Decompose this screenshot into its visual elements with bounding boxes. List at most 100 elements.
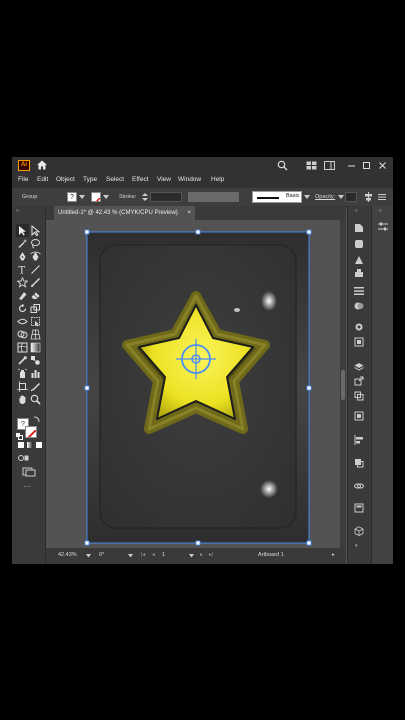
selection-tool-icon[interactable] — [17, 225, 28, 236]
menu-object[interactable]: Object — [56, 176, 75, 183]
gradient-tool-icon[interactable] — [30, 342, 41, 353]
brush-dropdown-icon[interactable] — [304, 195, 310, 200]
stroke-dropdown-icon[interactable] — [103, 195, 109, 200]
expand-panels-icon[interactable]: « — [355, 208, 358, 214]
variable-width-profile[interactable] — [188, 192, 239, 202]
stroke-weight-field[interactable] — [150, 192, 182, 202]
image-trace-icon[interactable] — [354, 503, 364, 513]
stroke-icon[interactable] — [354, 322, 364, 332]
slice-tool-icon[interactable] — [30, 381, 41, 392]
edit-toolbar-icon[interactable]: ··· — [23, 482, 31, 491]
vertical-scrollbar[interactable] — [340, 220, 346, 548]
document-tab-close[interactable]: × — [187, 210, 191, 216]
menu-type[interactable]: Type — [83, 176, 97, 183]
eyedropper-tool-icon[interactable] — [17, 355, 28, 366]
pathfinder-icon[interactable] — [354, 458, 364, 468]
brushes-icon[interactable] — [354, 286, 364, 296]
menu-file[interactable]: File — [18, 176, 28, 183]
draw-mode-icon[interactable] — [18, 454, 29, 462]
gradient-mode-button[interactable] — [27, 442, 33, 448]
magic-wand-tool-icon[interactable] — [17, 238, 28, 249]
swatches-icon[interactable] — [354, 268, 364, 278]
home-icon[interactable] — [36, 159, 48, 171]
star-tool-icon[interactable] — [17, 277, 28, 288]
curvature-tool-icon[interactable] — [30, 251, 41, 262]
minimize-icon[interactable] — [347, 160, 356, 171]
selection-bounding-box[interactable] — [46, 220, 346, 548]
symbols-icon[interactable] — [354, 301, 364, 311]
menu-window[interactable]: Window — [178, 176, 201, 183]
status-menu-arrow[interactable]: ▸ — [332, 552, 335, 558]
stroke-swatch[interactable] — [91, 192, 101, 202]
workspace-icon[interactable] — [324, 160, 335, 171]
zoom-level[interactable]: 42.43% — [58, 552, 77, 558]
fill-dropdown-icon[interactable] — [79, 195, 85, 200]
shaper-tool-icon[interactable] — [17, 290, 28, 301]
rotate-tool-icon[interactable] — [17, 303, 28, 314]
previous-artboard-button[interactable]: ◂ — [152, 552, 155, 558]
paintbrush-tool-icon[interactable] — [30, 277, 41, 288]
hand-tool-icon[interactable] — [17, 394, 28, 405]
perspective-grid-tool-icon[interactable] — [30, 329, 41, 340]
direct-selection-tool-icon[interactable] — [30, 225, 41, 236]
pen-tool-icon[interactable] — [17, 251, 28, 262]
opacity-label[interactable]: Opacity: — [315, 194, 335, 200]
last-artboard-button[interactable]: ▸| — [209, 552, 213, 558]
artboard-number[interactable]: 1 — [162, 552, 165, 558]
canvas-area[interactable] — [46, 220, 346, 548]
zoom-dropdown-icon[interactable] — [86, 554, 91, 558]
color-icon[interactable] — [354, 255, 364, 265]
column-graph-tool-icon[interactable] — [30, 368, 41, 379]
opacity-field[interactable] — [345, 192, 357, 202]
document-tab[interactable]: Untitled-1* @ 42.43 % (CMYK/CPU Preview)… — [54, 206, 195, 220]
stroke-color-box[interactable] — [25, 426, 37, 438]
artboards-icon[interactable] — [354, 391, 364, 401]
menu-help[interactable]: Help — [211, 176, 224, 183]
menu-view[interactable]: View — [157, 176, 171, 183]
properties-icon[interactable] — [354, 223, 364, 233]
gradient-icon[interactable] — [354, 337, 364, 347]
asset-export-icon[interactable] — [354, 376, 364, 386]
menu-edit[interactable]: Edit — [37, 176, 48, 183]
color-mode-button[interactable] — [18, 442, 24, 448]
restore-icon[interactable] — [362, 160, 371, 171]
align-icon[interactable] — [364, 192, 373, 202]
mesh-tool-icon[interactable] — [17, 342, 28, 353]
shape-builder-tool-icon[interactable] — [17, 329, 28, 340]
rotation-dropdown-icon[interactable] — [128, 554, 133, 558]
scale-tool-icon[interactable] — [30, 303, 41, 314]
first-artboard-button[interactable]: |◂ — [141, 552, 145, 558]
3d-icon[interactable] — [354, 526, 364, 536]
line-tool-icon[interactable] — [30, 264, 41, 275]
rotation-value[interactable]: 0° — [99, 552, 104, 558]
stroke-weight-stepper[interactable] — [142, 192, 148, 202]
fill-swatch[interactable]: ? — [67, 192, 77, 202]
symbol-sprayer-tool-icon[interactable] — [17, 368, 28, 379]
next-artboard-button[interactable]: ▸ — [200, 552, 203, 558]
screen-mode-icon[interactable] — [22, 467, 36, 477]
search-icon[interactable] — [277, 160, 288, 171]
none-mode-button[interactable] — [36, 442, 42, 448]
brush-definition-field[interactable]: Basic — [252, 191, 302, 203]
swap-fill-stroke-icon[interactable] — [33, 416, 40, 423]
close-icon[interactable] — [378, 160, 387, 171]
blend-tool-icon[interactable] — [30, 355, 41, 366]
panel-scroll-down-icon[interactable]: ▾ — [355, 543, 358, 549]
panel-collapse-icon[interactable]: » — [16, 208, 40, 212]
default-fill-stroke-icon[interactable] — [16, 433, 23, 440]
dock-collapse-icon[interactable]: » — [379, 208, 382, 214]
menu-effect[interactable]: Effect — [132, 176, 149, 183]
transform-icon[interactable] — [354, 411, 364, 421]
arrange-documents-icon[interactable] — [306, 160, 317, 171]
layers-icon[interactable] — [354, 362, 364, 372]
links-icon[interactable] — [354, 481, 364, 491]
align-panel-icon[interactable] — [354, 435, 364, 445]
lasso-tool-icon[interactable] — [30, 238, 41, 249]
free-transform-tool-icon[interactable] — [30, 316, 41, 327]
type-tool-icon[interactable]: T — [17, 264, 28, 276]
opacity-dropdown-icon[interactable] — [338, 195, 344, 200]
properties-panel-icon[interactable] — [378, 222, 388, 231]
menu-select[interactable]: Select — [106, 176, 124, 183]
libraries-icon[interactable] — [354, 239, 364, 249]
artboard-tool-icon[interactable] — [17, 381, 28, 392]
